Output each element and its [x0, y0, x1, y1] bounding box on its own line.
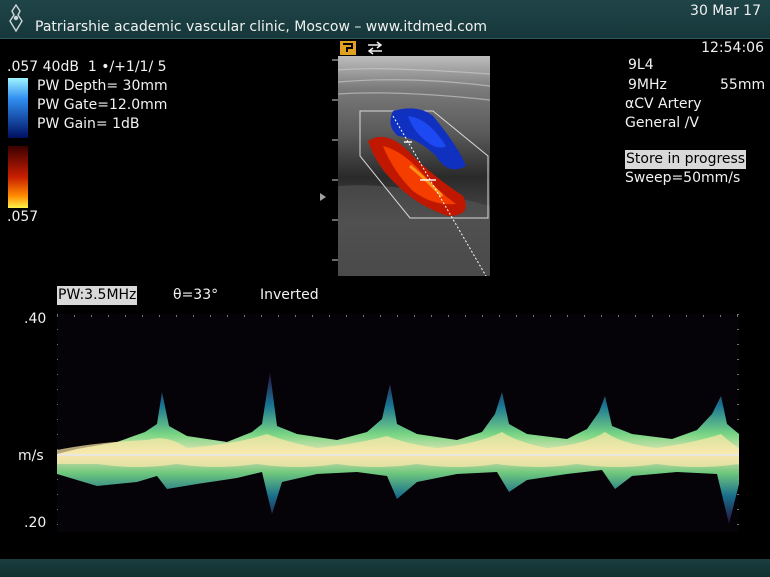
clinic-title: Patriarshie academic vascular clinic, Mo… [35, 19, 488, 35]
preset-name: αCV Artery [625, 96, 702, 112]
sweep-speed: Sweep=50mm/s [625, 170, 741, 186]
inverted-label: Inverted [260, 287, 319, 303]
velocity-top-label: .40 [24, 311, 47, 327]
exam-date: 30 Mar 17 [690, 3, 761, 19]
color-velocity-bar [8, 78, 28, 208]
probe-name: 9L4 [628, 57, 654, 73]
pw-gate: PW Gate=12.0mm [37, 97, 168, 113]
freeze-icon[interactable] [340, 41, 356, 55]
persistence: 1 •/+1/1/ 5 [87, 59, 167, 75]
velocity-bottom-label: .20 [24, 515, 47, 531]
store-status: Store in progress [625, 150, 747, 169]
clinic-logo-icon [9, 3, 23, 33]
angle-label: θ=33° [173, 287, 219, 303]
pw-parameters: PW Depth= 30mm PW Gate=12.0mm PW Gain= 1… [37, 77, 168, 134]
pw-frequency-label: PW:3.5MHz [57, 286, 138, 305]
image-depth: 55mm [720, 77, 766, 93]
left-parameters: .057 40dB 1 •/+1/1/ 5 [7, 58, 167, 77]
spectral-doppler-trace[interactable] [57, 314, 739, 532]
pw-gain: PW Gain= 1dB [37, 116, 140, 132]
depth-ruler [320, 59, 338, 261]
color-scale-bottom: .057 [7, 209, 39, 225]
status-bar [0, 559, 770, 577]
swap-icon[interactable] [367, 41, 383, 55]
pw-depth: PW Depth= 30mm [37, 78, 168, 94]
right-parameters: 9L4 [628, 56, 654, 75]
velocity-unit-label: m/s [18, 448, 44, 464]
color-gain: 40dB [42, 59, 79, 75]
title-bar: Patriarshie academic vascular clinic, Mo… [0, 0, 770, 39]
bmode-color-image[interactable] [338, 56, 490, 276]
color-scale-top: .057 [7, 59, 39, 75]
exam-time: 12:54:06 [701, 40, 764, 56]
mode-name: General /V [625, 115, 699, 131]
probe-frequency: 9MHz [628, 77, 667, 93]
